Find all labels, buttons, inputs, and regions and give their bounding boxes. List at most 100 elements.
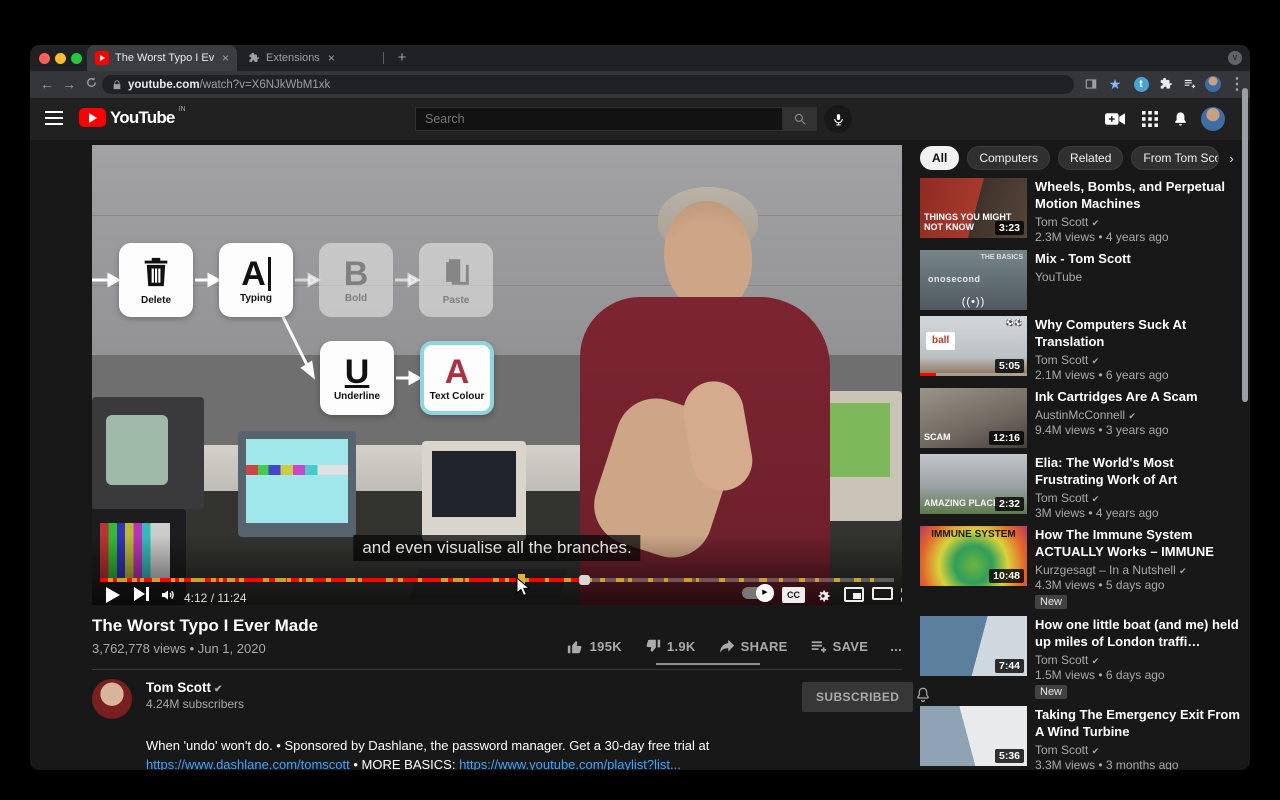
sidepanel-icon[interactable]	[1082, 75, 1100, 93]
video-channel: Tom Scott ✔	[1035, 215, 1245, 229]
hamburger-icon[interactable]	[45, 111, 63, 125]
segment-mark	[854, 578, 861, 582]
video-thumbnail[interactable]: ball⚽⚽5:05	[920, 316, 1027, 376]
fullscreen-icon	[900, 587, 902, 603]
tab-extensions[interactable]: Extensions ×	[240, 45, 380, 71]
back-icon[interactable]: ←	[38, 75, 56, 93]
video-thumbnail[interactable]: 7:44	[920, 616, 1027, 676]
clipboard-icon	[439, 255, 473, 294]
video-title: How one little boat (and me) held up mil…	[1035, 616, 1245, 650]
tab-youtube[interactable]: The Worst Typo I Ever Made - ×	[87, 45, 237, 71]
channel-avatar[interactable]	[92, 679, 132, 719]
more-actions-button[interactable]: ...	[890, 639, 902, 654]
chips-chevron-right-icon[interactable]: ›	[1229, 151, 1233, 166]
theater-button[interactable]	[872, 587, 893, 600]
more-dots-icon: ...	[890, 639, 902, 654]
video-thumbnail[interactable]: THINGS YOU MIGHT NOT KNOW3:23	[920, 178, 1027, 238]
puzzle-icon[interactable]	[1157, 75, 1175, 93]
play-button[interactable]	[106, 587, 120, 603]
segment-mark	[493, 578, 499, 582]
browser-window: The Worst Typo I Ever Made - × Extension…	[30, 45, 1250, 770]
next-button[interactable]	[134, 587, 149, 601]
volume-button[interactable]	[158, 587, 178, 603]
search-box[interactable]	[415, 107, 783, 131]
video-meta: 9.4M views • 3 years ago	[1035, 423, 1245, 437]
segment-mark	[719, 578, 725, 582]
theater-icon	[872, 587, 893, 600]
scrollbar[interactable]	[1242, 88, 1248, 402]
video-thumbnail[interactable]: SCAM12:16	[920, 388, 1027, 448]
account-avatar[interactable]	[1201, 107, 1225, 131]
new-badge: New	[1035, 685, 1067, 699]
recommended-video[interactable]: 5:36Taking The Emergency Exit From A Win…	[920, 706, 1245, 770]
apps-grid-icon[interactable]	[1140, 109, 1160, 129]
chip-all[interactable]: All	[920, 146, 959, 170]
like-button[interactable]: 195K	[567, 638, 622, 655]
recommended-video[interactable]: onosecondTHE BASICS((•))Mix - Tom ScottY…	[920, 250, 1245, 310]
segment-mark	[275, 578, 286, 582]
recommended-video[interactable]: ball⚽⚽5:05Why Computers Suck At Translat…	[920, 316, 1245, 382]
progress-scrubber[interactable]	[579, 575, 590, 585]
fullscreen-button[interactable]	[900, 587, 902, 603]
close-window-button[interactable]	[39, 53, 50, 64]
video-title: Why Computers Suck At Translation	[1035, 316, 1245, 350]
thumbnail-text: SCAM	[924, 432, 951, 442]
video-thumbnail[interactable]: AMAZING PLACES2:32	[920, 454, 1027, 514]
recommended-video[interactable]: SCAM12:16Ink Cartridges Are A ScamAustin…	[920, 388, 1245, 448]
chip-related[interactable]: Related	[1058, 146, 1123, 170]
progress-bar[interactable]	[100, 578, 894, 582]
recommended-video[interactable]: THINGS YOU MIGHT NOT KNOW3:23Wheels, Bom…	[920, 178, 1245, 244]
minimize-window-button[interactable]	[55, 53, 66, 64]
youtube-page: YouTube IN	[30, 98, 1250, 770]
video-thumbnail[interactable]: IMMUNE SYSTEM10:48	[920, 526, 1027, 586]
chip-computers[interactable]: Computers	[967, 146, 1050, 170]
video-meta: 2.3M views • 4 years ago	[1035, 230, 1245, 244]
zoom-window-button[interactable]	[71, 53, 82, 64]
segment-mark	[696, 578, 700, 582]
url-bar[interactable]: youtube.com/watch?v=X6NJkWbM1xk	[102, 75, 1074, 94]
tab-search-icon[interactable]: v	[1228, 51, 1242, 65]
video-thumbnail[interactable]: onosecondTHE BASICS((•))	[920, 250, 1027, 310]
new-tab-icon[interactable]: +	[392, 48, 412, 68]
video-title: Elia: The World's Most Frustrating Work …	[1035, 454, 1245, 488]
description-text: • MORE BASICS:	[350, 757, 459, 770]
dislike-button[interactable]: 1.9K	[644, 638, 696, 655]
mic-button[interactable]	[824, 105, 852, 133]
captions-button[interactable]: CC	[782, 587, 805, 603]
save-button[interactable]: SAVE	[810, 638, 869, 655]
star-icon[interactable]: ★	[1106, 75, 1124, 93]
forward-icon[interactable]: →	[60, 75, 78, 93]
description-link-dashlane[interactable]: https://www.dashlane.com/tomscott	[146, 757, 350, 770]
description-link-playlist[interactable]: https://www.youtube.com/playlist?list...	[459, 757, 681, 770]
search-button[interactable]	[783, 107, 817, 131]
search-input[interactable]	[425, 112, 773, 126]
flowchart-step-label: Bold	[345, 293, 367, 304]
recommended-video[interactable]: 7:44How one little boat (and me) held up…	[920, 616, 1245, 700]
create-video-icon[interactable]	[1105, 109, 1125, 129]
bell-icon[interactable]	[1170, 109, 1190, 129]
profile-avatar[interactable]	[1204, 75, 1222, 93]
time-display: 4:12 / 11:24	[184, 591, 247, 605]
share-button[interactable]: SHARE	[718, 638, 788, 655]
channel-name[interactable]: Tom Scott✔	[146, 680, 222, 695]
recommended-video[interactable]: AMAZING PLACES2:32Elia: The World's Most…	[920, 454, 1245, 520]
close-icon[interactable]: ×	[328, 51, 335, 65]
reading-list-icon[interactable]	[1181, 75, 1199, 93]
save-label: SAVE	[833, 639, 869, 654]
segment-mark	[779, 578, 783, 582]
video-player[interactable]: DeleteATypingBBoldPaste UUnderlineAText …	[92, 145, 902, 605]
video-channel: Tom Scott ✔	[1035, 353, 1245, 367]
description-text: When 'undo' won't do. • Sponsored by Das…	[146, 738, 709, 753]
subscribed-button[interactable]: SUBSCRIBED	[802, 682, 913, 712]
mix-icon: ((•))	[962, 296, 986, 308]
close-icon[interactable]: ×	[222, 51, 229, 65]
recommended-video[interactable]: IMMUNE SYSTEM10:48How The Immune System …	[920, 526, 1245, 610]
autoplay-toggle[interactable]	[742, 587, 772, 599]
video-thumbnail[interactable]: 5:36	[920, 706, 1027, 766]
youtube-logo[interactable]: YouTube IN	[79, 108, 186, 127]
miniplayer-button[interactable]	[844, 587, 864, 602]
chip-from-tom-scot[interactable]: From Tom Scot	[1131, 146, 1219, 170]
youtube-country-code: IN	[179, 106, 186, 113]
tampermonkey-icon[interactable]: t	[1132, 75, 1150, 93]
reload-icon[interactable]	[82, 75, 100, 93]
